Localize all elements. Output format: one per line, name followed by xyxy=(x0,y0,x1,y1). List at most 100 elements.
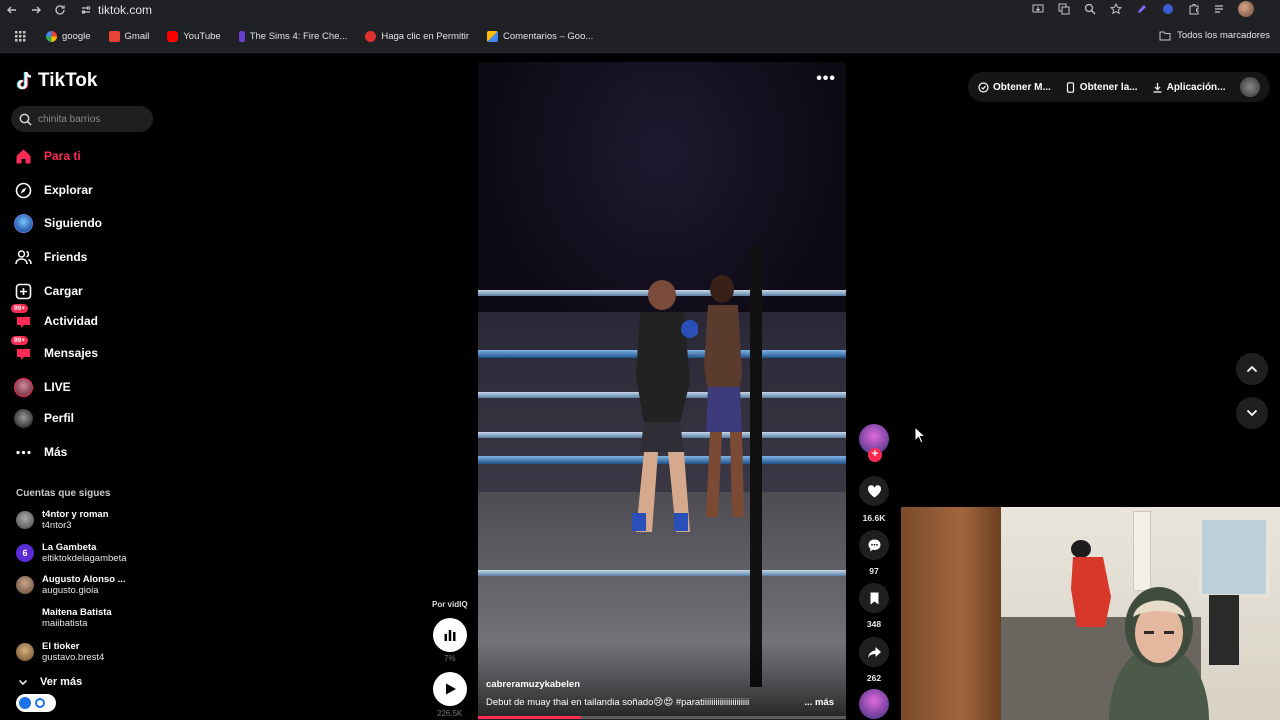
get-app-button[interactable]: Obtener la... xyxy=(1065,82,1138,93)
browser-address-bar: tiktok.com xyxy=(0,0,1280,20)
share-arrow-icon xyxy=(867,646,881,658)
extension-circle-icon xyxy=(1163,4,1173,14)
search-input[interactable] xyxy=(38,113,148,125)
install-app-button[interactable] xyxy=(1030,1,1046,17)
share-button[interactable] xyxy=(859,637,889,667)
desktop-app-button[interactable]: Aplicación... xyxy=(1152,82,1226,93)
followed-account[interactable]: Maitena Batista maiibatista xyxy=(16,607,166,629)
reload-button[interactable] xyxy=(48,1,72,19)
bookmarks-bar: google Gmail YouTube The Sims 4: Fire Ch… xyxy=(0,20,1280,53)
install-icon xyxy=(1032,4,1044,13)
user-avatar[interactable] xyxy=(1239,77,1260,97)
bookmark-sims[interactable]: The Sims 4: Fire Che... xyxy=(238,30,347,42)
video-player[interactable]: ••• cabreramuzykabelen Debut de muay tha… xyxy=(478,62,846,720)
reading-list-button[interactable] xyxy=(1212,1,1228,17)
play-icon xyxy=(446,683,456,695)
sidebar-item-live[interactable]: LIVE xyxy=(14,375,164,399)
vidiq-stats-button[interactable] xyxy=(433,618,467,652)
tiktok-app: TikTok Para ti Explorar Siguiendo Friend… xyxy=(0,54,1280,720)
heart-icon xyxy=(867,484,881,497)
bookmark-comentarios[interactable]: Comentarios – Goo... xyxy=(487,30,593,42)
bookmark-youtube[interactable]: YouTube xyxy=(167,30,221,42)
messages-icon: 99+ xyxy=(11,335,33,363)
sidebar-item-mensajes[interactable]: 99+ Mensajes xyxy=(11,335,164,365)
vidiq-label: Por vidIQ xyxy=(432,600,468,609)
all-bookmarks-button[interactable]: Todos los marcadores xyxy=(1159,30,1270,41)
play-button[interactable] xyxy=(433,672,467,706)
folder-icon xyxy=(1159,31,1171,40)
video-progress-bar[interactable] xyxy=(478,716,846,719)
comment-button[interactable] xyxy=(859,530,889,560)
sidebar-item-cargar[interactable]: Cargar xyxy=(14,279,164,303)
save-count: 348 xyxy=(866,619,882,629)
top-right-actions: Obtener M... Obtener la... Aplicación... xyxy=(968,72,1270,102)
star-icon xyxy=(1110,3,1122,15)
like-button[interactable] xyxy=(859,476,889,506)
webcam-streamer xyxy=(1109,587,1209,720)
search-box[interactable] xyxy=(11,106,153,132)
bookmark-star-button[interactable] xyxy=(1108,1,1124,17)
red-circle-icon xyxy=(365,30,377,42)
ads-icon xyxy=(487,30,498,42)
apps-grid-icon[interactable] xyxy=(12,28,28,44)
see-more-button[interactable]: Ver más xyxy=(18,676,82,688)
webcam-overlay xyxy=(901,507,1280,720)
bookmark-permitir[interactable]: Haga clic en Permitir xyxy=(365,30,469,42)
tiktok-logo[interactable]: TikTok xyxy=(16,70,97,92)
zoom-button[interactable] xyxy=(1082,1,1098,17)
account-avatar xyxy=(16,643,34,661)
extension-blue-button[interactable] xyxy=(1160,1,1176,17)
video-author[interactable]: cabreramuzykabelen xyxy=(486,679,580,690)
bookmark-google[interactable]: google xyxy=(46,30,91,42)
fighter-black xyxy=(632,280,698,532)
sidebar-item-mas[interactable]: Más xyxy=(14,440,164,464)
save-button[interactable] xyxy=(859,583,889,613)
download-icon xyxy=(1153,82,1162,93)
sidebar-item-perfil[interactable]: Perfil xyxy=(14,406,164,430)
like-count: 16.6K xyxy=(862,513,886,523)
comment-count: 97 xyxy=(869,566,879,576)
fighter-blue xyxy=(704,275,744,517)
reload-icon xyxy=(55,5,65,15)
url-field[interactable]: tiktok.com xyxy=(80,1,152,19)
extension-pen-button[interactable] xyxy=(1134,1,1150,17)
followed-account[interactable]: Augusto Alonso ... augusto.gioia xyxy=(16,574,166,596)
sidebar-item-actividad[interactable]: 99+ Actividad xyxy=(11,303,164,333)
account-avatar xyxy=(16,576,34,594)
tool-dot-icon xyxy=(19,697,31,709)
followed-account[interactable]: 6 La Gambeta eltiktokdelagambeta xyxy=(16,542,166,564)
messages-badge: 99+ xyxy=(11,335,29,345)
following-section-title: Cuentas que sigues xyxy=(16,488,111,499)
upload-icon xyxy=(14,282,33,301)
get-coins-button[interactable]: Obtener M... xyxy=(978,82,1051,93)
bookmark-icon xyxy=(870,592,878,604)
bookmark-gmail[interactable]: Gmail xyxy=(108,30,149,42)
sidebar-item-siguiendo[interactable]: Siguiendo xyxy=(14,211,164,235)
back-button[interactable] xyxy=(0,1,24,19)
forward-button[interactable] xyxy=(24,1,48,19)
sidebar-item-para-ti[interactable]: Para ti xyxy=(14,144,164,168)
followed-account[interactable]: El tioker gustavo.brest4 xyxy=(16,641,166,663)
followed-account[interactable]: t4ntor y roman t4ntor3 xyxy=(16,509,166,531)
next-video-button[interactable] xyxy=(1236,397,1268,429)
previous-video-button[interactable] xyxy=(1236,353,1268,385)
search-icon xyxy=(19,113,32,126)
floating-tool-pill[interactable] xyxy=(16,694,56,712)
grid-icon xyxy=(15,31,26,42)
follow-plus-button[interactable]: + xyxy=(868,448,882,462)
tool-ring-icon xyxy=(35,698,45,708)
sidebar-item-explorar[interactable]: Explorar xyxy=(14,178,164,202)
video-description: Debut de muay thai en tailandia soñado😢😍… xyxy=(486,697,750,708)
video-more-options-button[interactable]: ••• xyxy=(816,70,836,88)
ring-rope xyxy=(478,570,846,576)
translate-button[interactable] xyxy=(1056,1,1072,17)
video-progress-fill xyxy=(478,716,582,719)
chevron-down-icon xyxy=(18,679,28,686)
more-dots-icon xyxy=(14,443,33,462)
video-description-more[interactable]: ... más xyxy=(804,697,834,708)
profile-avatar-chrome[interactable] xyxy=(1238,1,1254,17)
extensions-button[interactable] xyxy=(1186,1,1202,17)
sidebar-item-friends[interactable]: Friends xyxy=(14,245,164,269)
arrow-left-icon xyxy=(7,6,16,14)
sound-avatar[interactable] xyxy=(859,689,889,719)
